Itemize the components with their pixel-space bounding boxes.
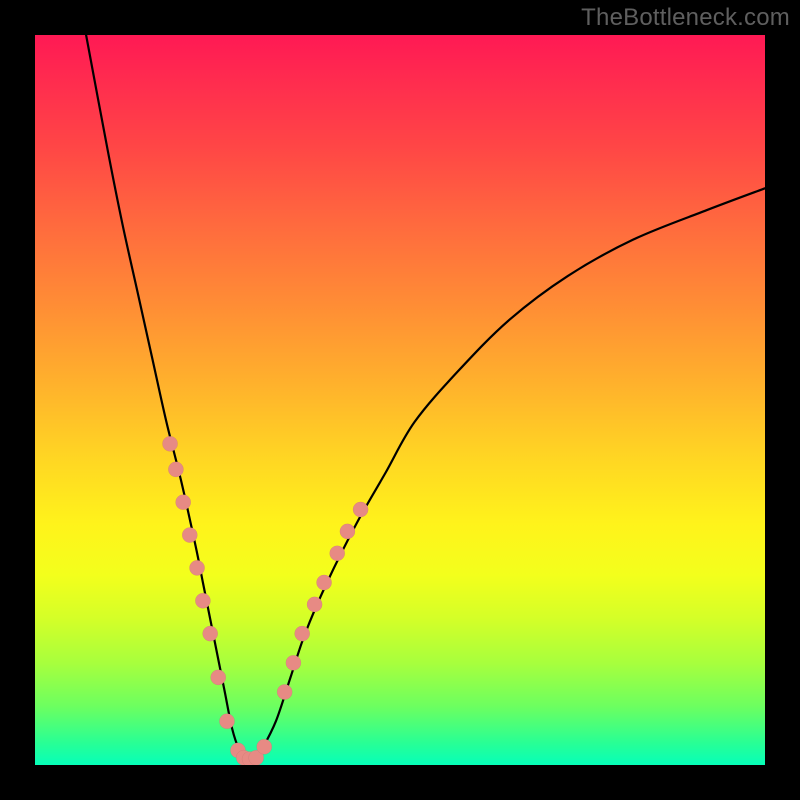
data-point-marker — [316, 575, 331, 590]
data-point-marker — [340, 524, 355, 539]
bottleneck-curve — [86, 35, 765, 763]
data-point-marker — [168, 462, 183, 477]
data-point-marker — [182, 527, 197, 542]
data-point-marker — [219, 714, 234, 729]
data-point-marker — [257, 739, 272, 754]
data-point-marker — [286, 655, 301, 670]
data-point-marker — [307, 597, 322, 612]
data-point-marker — [353, 502, 368, 517]
data-point-marker — [189, 560, 204, 575]
data-point-marker — [277, 684, 292, 699]
chart-frame: TheBottleneck.com — [0, 0, 800, 800]
watermark-text: TheBottleneck.com — [581, 4, 790, 32]
data-point-marker — [195, 593, 210, 608]
curve-layer — [35, 35, 765, 765]
data-point-marker — [330, 546, 345, 561]
data-point-marker — [203, 626, 218, 641]
plot-area — [35, 35, 765, 765]
data-point-marker — [211, 670, 226, 685]
data-point-marker — [162, 436, 177, 451]
data-point-marker — [295, 626, 310, 641]
data-point-marker — [176, 495, 191, 510]
